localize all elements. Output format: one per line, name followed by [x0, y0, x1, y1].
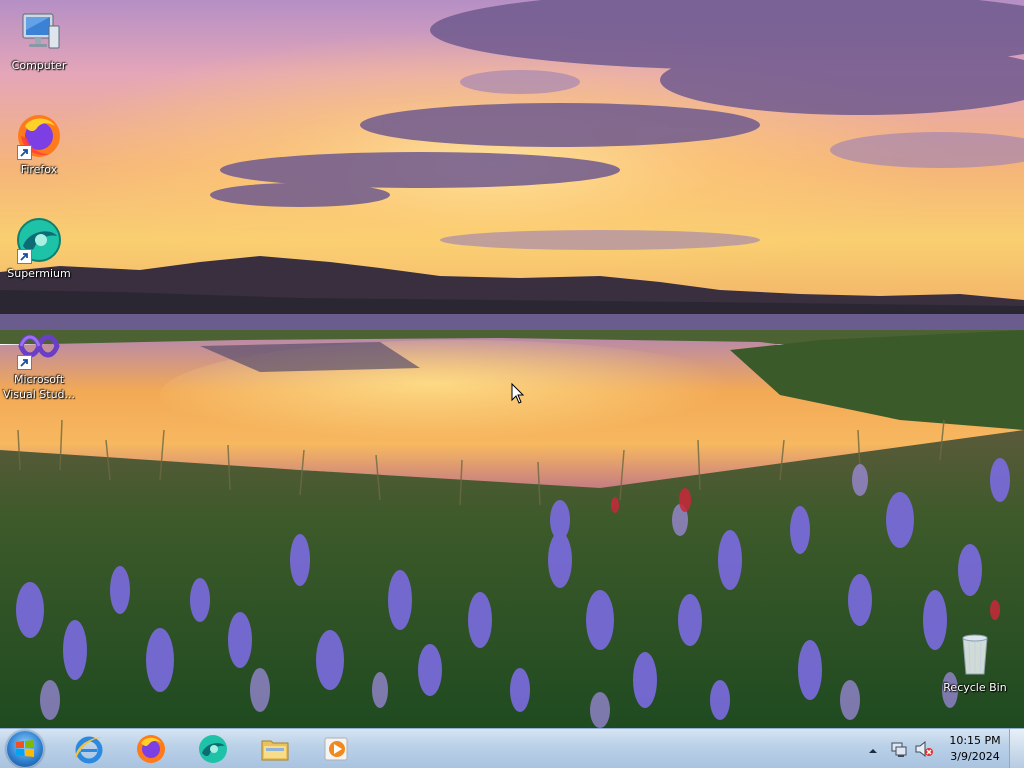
internet-explorer-icon: [75, 736, 103, 764]
desktop-icon-label: Recycle Bin: [943, 681, 1007, 694]
file-explorer-icon: [261, 740, 289, 761]
desktop-icon-supermium[interactable]: Supermium: [0, 216, 78, 281]
desktop-icon-computer[interactable]: Computer: [0, 8, 78, 73]
show-desktop-button[interactable]: [1009, 729, 1024, 768]
clock-date: 3/9/2024: [950, 750, 1000, 763]
shortcut-arrow-icon: [17, 355, 32, 370]
shortcut-arrow-icon: [17, 145, 32, 160]
firefox-icon: [15, 112, 63, 160]
network-icon[interactable]: [890, 740, 908, 763]
show-hidden-icons-arrow[interactable]: [868, 743, 878, 761]
desktop-icon-recycle-bin[interactable]: Recycle Bin: [936, 630, 1014, 695]
start-button[interactable]: [6, 730, 44, 768]
taskbar-file-explorer[interactable]: [250, 731, 300, 767]
taskbar-supermium[interactable]: [188, 731, 238, 767]
shortcut-arrow-icon: [17, 249, 32, 264]
system-clock[interactable]: 10:15 PM 3/9/2024: [940, 733, 1010, 765]
recycle-bin-icon: [951, 630, 999, 678]
clock-time: 10:15 PM: [949, 734, 1001, 747]
visual-studio-icon: [15, 322, 63, 370]
taskbar-media-player[interactable]: [312, 731, 362, 767]
desktop-icon-label: Supermium: [7, 267, 71, 280]
windows-logo-icon: [16, 740, 34, 757]
desktop-wallpaper[interactable]: [0, 0, 1024, 728]
computer-icon: [15, 8, 63, 56]
wallpaper-landscape-image: [0, 0, 1024, 728]
taskbar-internet-explorer[interactable]: [64, 731, 114, 767]
desktop-icon-firefox[interactable]: Firefox: [0, 112, 78, 177]
media-player-icon: [324, 737, 348, 761]
supermium-icon: [15, 216, 63, 264]
taskbar-firefox[interactable]: [126, 731, 176, 767]
taskbar: 10:15 PM 3/9/2024: [0, 728, 1024, 768]
desktop-icon-label: Firefox: [20, 163, 58, 176]
supermium-icon: [199, 735, 227, 763]
firefox-icon: [137, 735, 165, 763]
volume-muted-icon[interactable]: [914, 740, 934, 763]
desktop-icon-label: Microsoft Visual Stud...: [2, 373, 76, 401]
desktop-icon-visual-studio[interactable]: Microsoft Visual Stud...: [0, 322, 78, 402]
desktop-icon-label: Computer: [11, 59, 67, 72]
